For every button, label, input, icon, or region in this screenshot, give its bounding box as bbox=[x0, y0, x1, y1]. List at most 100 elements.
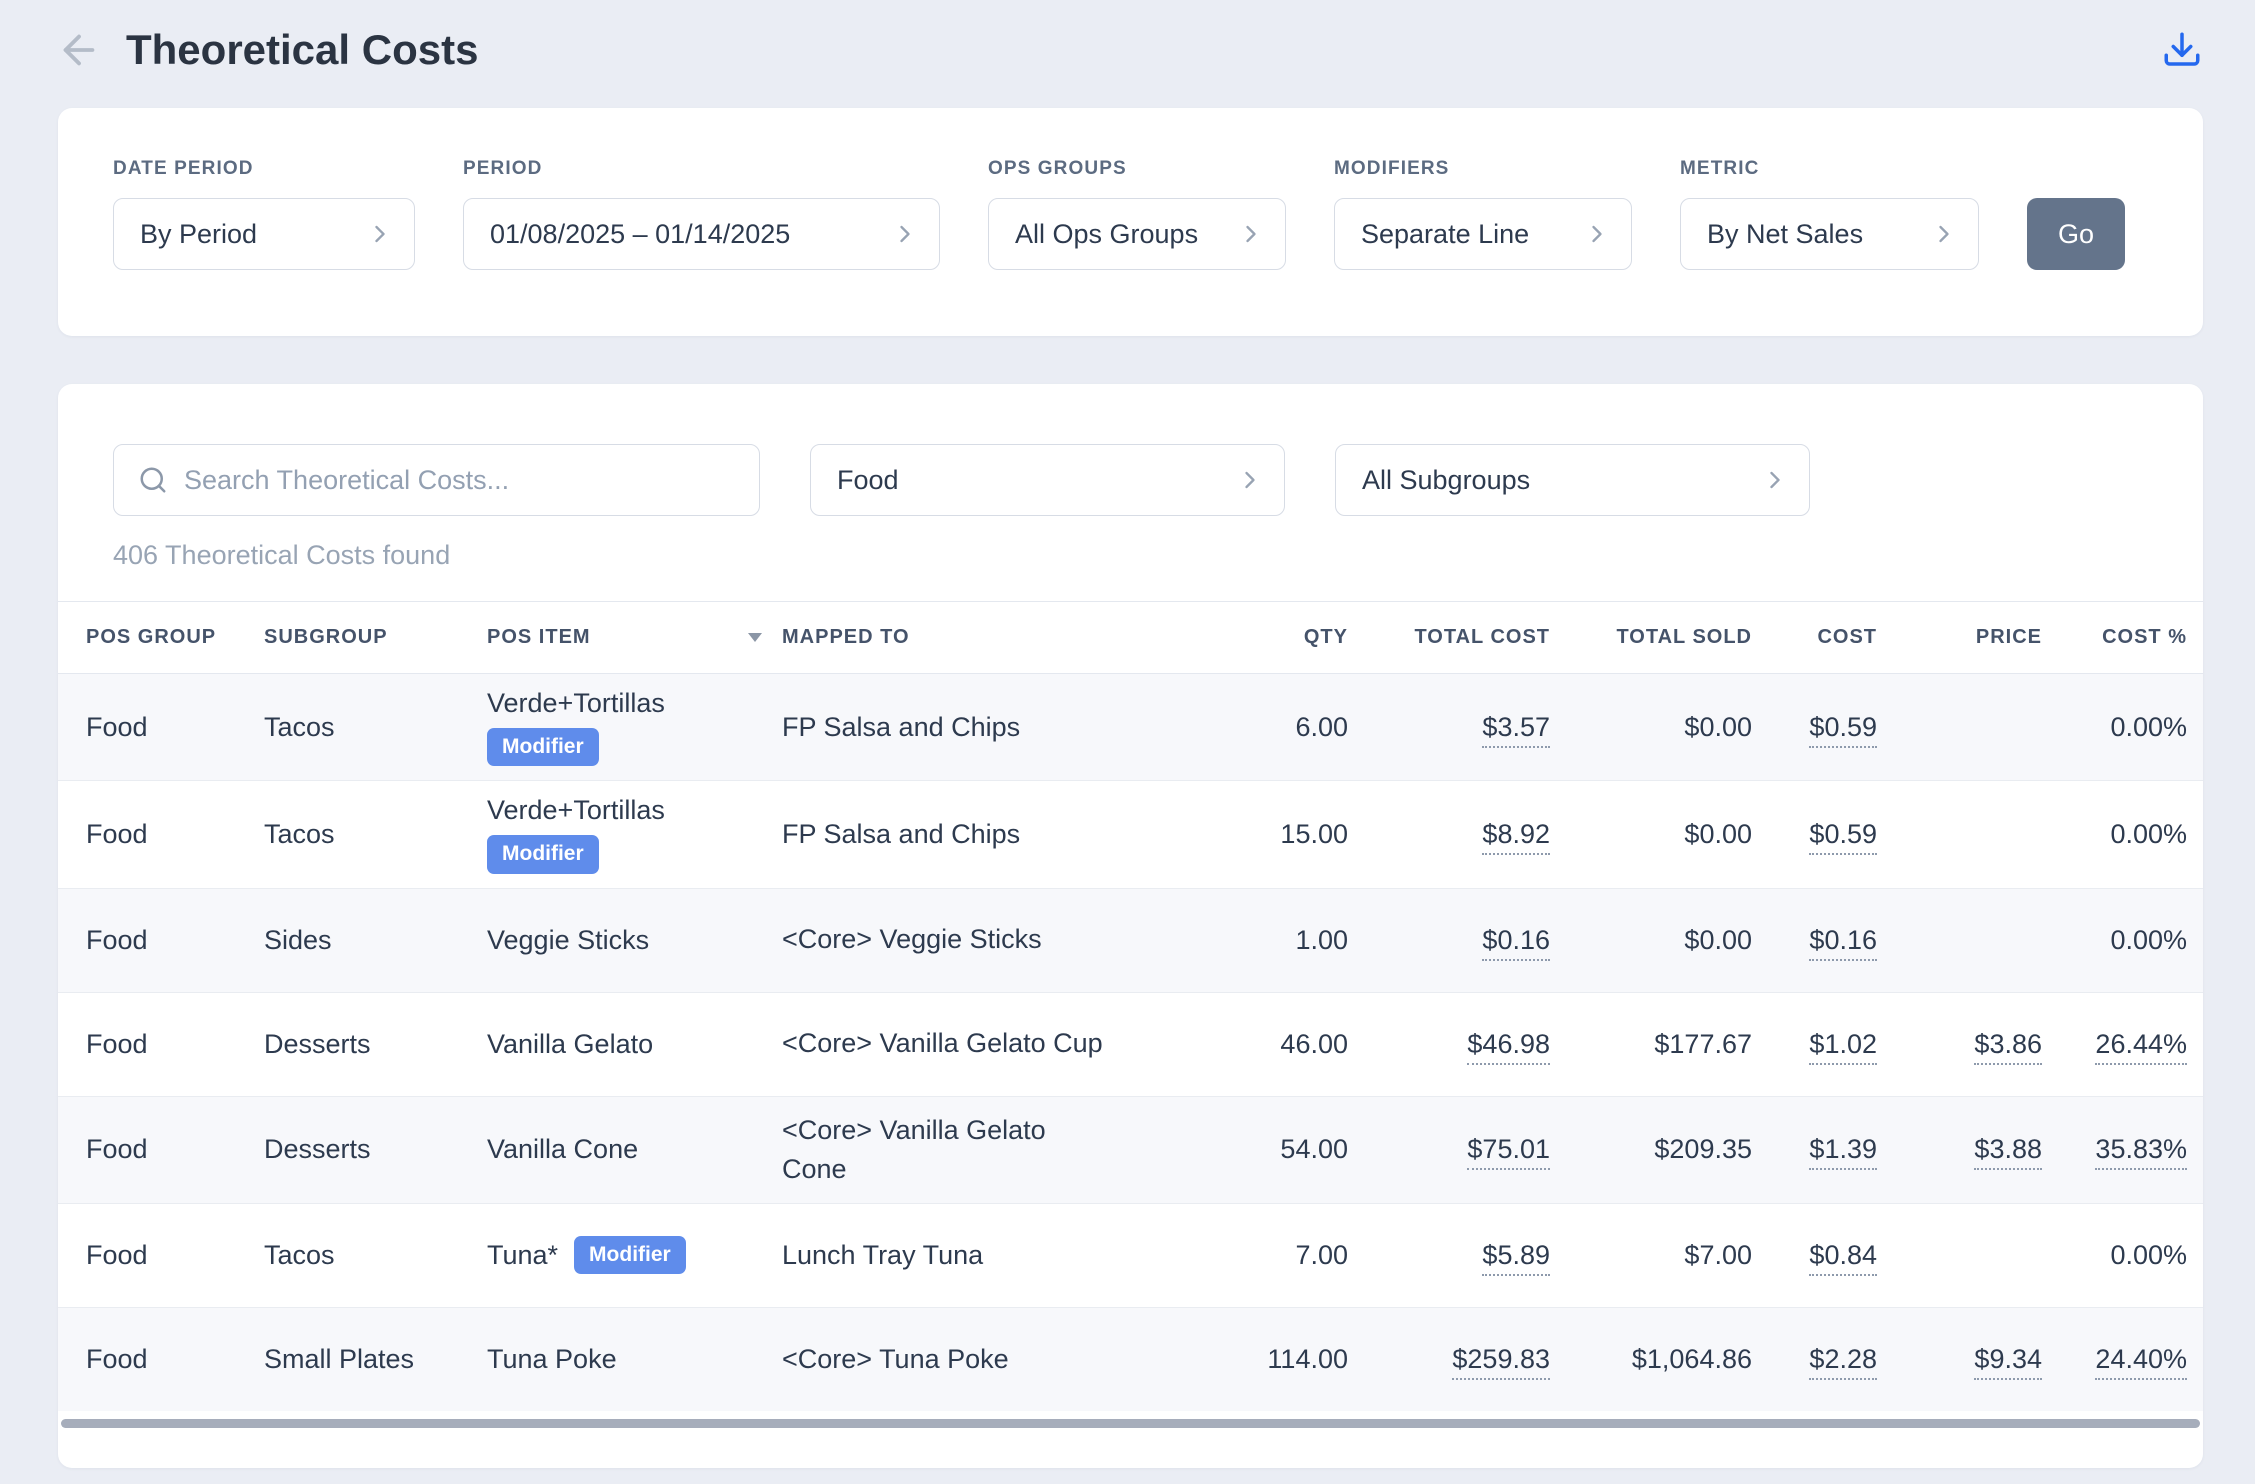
cell-total-sold: $7.00 bbox=[1550, 1203, 1752, 1307]
price-value[interactable]: $3.88 bbox=[1974, 1134, 2042, 1170]
filters-row: DATE PERIOD By Period PERIOD01/08/2025 – 0… bbox=[113, 158, 2148, 270]
column-header-total-cost[interactable]: TOTAL COST bbox=[1348, 602, 1550, 674]
cell-cost-pct: 35.83% bbox=[2042, 1096, 2203, 1203]
column-header-pos-item[interactable]: POS ITEM bbox=[487, 602, 782, 674]
cost-value[interactable]: $1.02 bbox=[1809, 1029, 1877, 1065]
cell-qty: 114.00 bbox=[1172, 1307, 1348, 1411]
column-header-mapped-to[interactable]: MAPPED TO bbox=[782, 602, 1172, 674]
cost-value[interactable]: $2.28 bbox=[1809, 1344, 1877, 1380]
modifiers-select[interactable]: Separate Line bbox=[1334, 198, 1632, 270]
period-select[interactable]: 01/08/2025 – 01/14/2025 bbox=[463, 198, 940, 270]
table-row: FoodTacosVerde+TortillasModifierFP Salsa… bbox=[58, 781, 2203, 888]
cell-qty: 15.00 bbox=[1172, 781, 1348, 888]
cell-mapped-to: <Core> Vanilla Gelato Cone bbox=[782, 1096, 1172, 1203]
total-cost-value[interactable]: $75.01 bbox=[1467, 1134, 1550, 1170]
cell-cost-pct: 0.00% bbox=[2042, 674, 2203, 781]
table-row: FoodTacosVerde+TortillasModifierFP Salsa… bbox=[58, 674, 2203, 781]
table-row: FoodTacosTuna*ModifierLunch Tray Tuna7.0… bbox=[58, 1203, 2203, 1307]
chevron-right-icon bbox=[1761, 466, 1789, 494]
cell-pos-item: Verde+TortillasModifier bbox=[487, 781, 782, 888]
subgroup-select[interactable]: All Subgroups bbox=[1335, 444, 1810, 516]
category-select[interactable]: Food bbox=[810, 444, 1285, 516]
table-row: FoodSmall PlatesTuna Poke<Core> Tuna Pok… bbox=[58, 1307, 2203, 1411]
cell-pos-group: Food bbox=[58, 674, 264, 781]
cell-subgroup: Desserts bbox=[264, 992, 487, 1096]
cell-total-cost: $259.83 bbox=[1348, 1307, 1550, 1411]
total-cost-value[interactable]: $5.89 bbox=[1482, 1240, 1550, 1276]
results-count: 406 Theoretical Costs found bbox=[113, 540, 2148, 571]
cell-cost: $0.16 bbox=[1752, 888, 1877, 992]
column-header-qty[interactable]: QTY bbox=[1172, 602, 1348, 674]
column-header-cost[interactable]: COST % bbox=[2042, 602, 2203, 674]
table-header-row: POS GROUPSUBGROUPPOS ITEMMAPPED TOQTYTOT… bbox=[58, 602, 2203, 674]
horizontal-scrollbar[interactable] bbox=[61, 1419, 2200, 1428]
ops-groups-select[interactable]: All Ops Groups bbox=[988, 198, 1286, 270]
cell-cost-pct: 26.44% bbox=[2042, 992, 2203, 1096]
table-card: Food All Subgroups 406 Theoretical Costs… bbox=[58, 384, 2203, 1468]
cell-mapped-to: FP Salsa and Chips bbox=[782, 674, 1172, 781]
date-period-select[interactable]: By Period bbox=[113, 198, 415, 270]
cell-mapped-to: Lunch Tray Tuna bbox=[782, 1203, 1172, 1307]
total-cost-value[interactable]: $46.98 bbox=[1467, 1029, 1550, 1065]
total-cost-value[interactable]: $3.57 bbox=[1482, 712, 1550, 748]
cell-pos-item: Veggie Sticks bbox=[487, 888, 782, 992]
cost-value[interactable]: $0.16 bbox=[1809, 925, 1877, 961]
download-icon bbox=[2161, 29, 2203, 71]
column-header-total-sold[interactable]: TOTAL SOLD bbox=[1550, 602, 1752, 674]
column-header-price[interactable]: PRICE bbox=[1877, 602, 2042, 674]
total-cost-value[interactable]: $259.83 bbox=[1452, 1344, 1550, 1380]
total-cost-value[interactable]: $0.16 bbox=[1482, 925, 1550, 961]
cell-total-cost: $75.01 bbox=[1348, 1096, 1550, 1203]
cell-price: $3.86 bbox=[1877, 992, 2042, 1096]
column-header-cost[interactable]: COST bbox=[1752, 602, 1877, 674]
search-input[interactable] bbox=[184, 465, 735, 496]
cell-pos-item: Tuna*Modifier bbox=[487, 1203, 782, 1307]
cost-value[interactable]: $0.59 bbox=[1809, 819, 1877, 855]
filters-card: DATE PERIOD By Period PERIOD01/08/2025 – 0… bbox=[58, 108, 2203, 336]
cost-value[interactable]: $0.59 bbox=[1809, 712, 1877, 748]
cell-pos-item: Tuna Poke bbox=[487, 1307, 782, 1411]
cost-pct-value[interactable]: 35.83% bbox=[2095, 1134, 2187, 1170]
cell-total-cost: $46.98 bbox=[1348, 992, 1550, 1096]
filter-label: METRIC bbox=[1680, 158, 1979, 180]
total-cost-value[interactable]: $8.92 bbox=[1482, 819, 1550, 855]
page-header: Theoretical Costs bbox=[0, 0, 2255, 74]
cost-value[interactable]: $0.84 bbox=[1809, 1240, 1877, 1276]
chevron-right-icon bbox=[1236, 466, 1264, 494]
cell-subgroup: Sides bbox=[264, 888, 487, 992]
cell-subgroup: Tacos bbox=[264, 781, 487, 888]
metric-select[interactable]: By Net Sales bbox=[1680, 198, 1979, 270]
cell-pos-item: Vanilla Cone bbox=[487, 1096, 782, 1203]
sort-desc-icon bbox=[748, 633, 762, 642]
cost-value[interactable]: $1.39 bbox=[1809, 1134, 1877, 1170]
cell-pos-group: Food bbox=[58, 1096, 264, 1203]
cell-total-sold: $177.67 bbox=[1550, 992, 1752, 1096]
filter-period: PERIOD01/08/2025 – 01/14/2025 bbox=[463, 158, 940, 270]
cell-pos-group: Food bbox=[58, 781, 264, 888]
page-title: Theoretical Costs bbox=[126, 26, 478, 74]
modifier-badge: Modifier bbox=[574, 1236, 686, 1274]
cell-price: $9.34 bbox=[1877, 1307, 2042, 1411]
cost-pct-value[interactable]: 24.40% bbox=[2095, 1344, 2187, 1380]
cell-cost: $0.59 bbox=[1752, 674, 1877, 781]
chevron-right-icon bbox=[891, 220, 919, 248]
column-header-pos-group[interactable]: POS GROUP bbox=[58, 602, 264, 674]
cell-cost: $1.39 bbox=[1752, 1096, 1877, 1203]
price-value[interactable]: $3.86 bbox=[1974, 1029, 2042, 1065]
back-button[interactable] bbox=[56, 27, 102, 73]
cell-pos-group: Food bbox=[58, 992, 264, 1096]
filter-label: DATE PERIOD bbox=[113, 158, 415, 180]
cell-price bbox=[1877, 1203, 2042, 1307]
cell-mapped-to: <Core> Veggie Sticks bbox=[782, 888, 1172, 992]
cost-pct-value[interactable]: 26.44% bbox=[2095, 1029, 2187, 1065]
filter-label: MODIFIERS bbox=[1334, 158, 1632, 180]
cell-total-cost: $5.89 bbox=[1348, 1203, 1550, 1307]
download-button[interactable] bbox=[2161, 29, 2203, 71]
column-header-subgroup[interactable]: SUBGROUP bbox=[264, 602, 487, 674]
cell-qty: 1.00 bbox=[1172, 888, 1348, 992]
price-value[interactable]: $9.34 bbox=[1974, 1344, 2042, 1380]
table-toolbar: Food All Subgroups bbox=[58, 444, 2203, 516]
go-button[interactable]: Go bbox=[2027, 198, 2125, 270]
cell-mapped-to: FP Salsa and Chips bbox=[782, 781, 1172, 888]
cost-pct-value: 0.00% bbox=[2110, 925, 2187, 955]
